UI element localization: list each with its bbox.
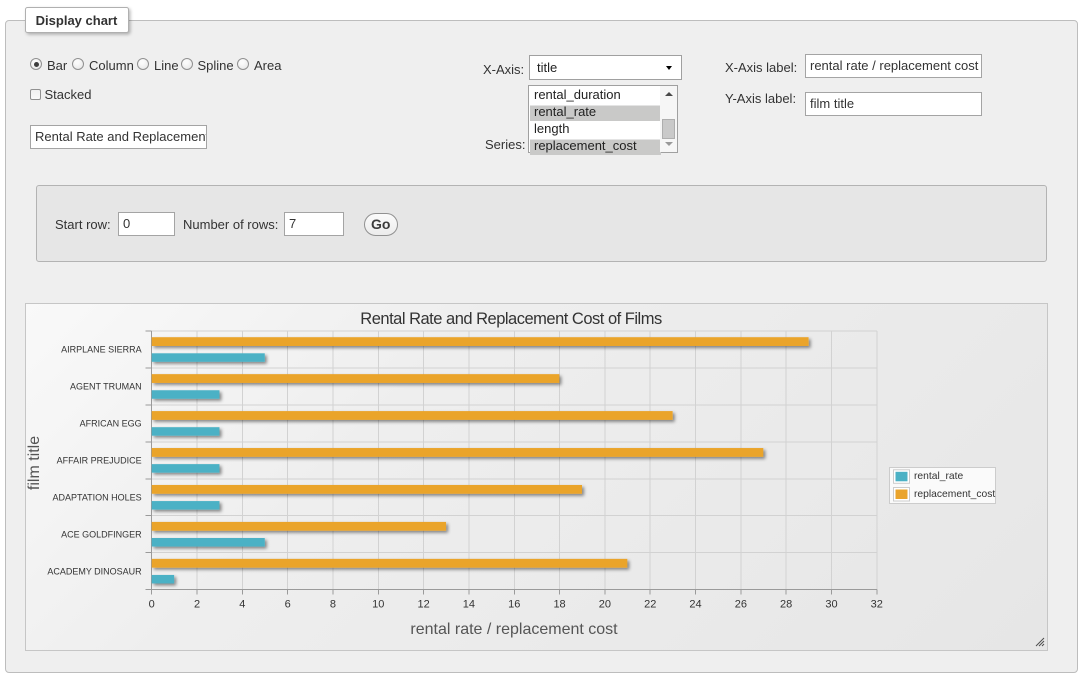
svg-text:14: 14 — [463, 599, 475, 611]
svg-text:26: 26 — [735, 599, 747, 611]
svg-text:AIRPLANE SIERRA: AIRPLANE SIERRA — [61, 345, 142, 355]
svg-text:20: 20 — [599, 599, 611, 611]
svg-text:ADAPTATION HOLES: ADAPTATION HOLES — [53, 492, 142, 502]
svg-text:30: 30 — [825, 599, 837, 611]
svg-text:6: 6 — [285, 599, 291, 611]
svg-text:AFFAIR PREJUDICE: AFFAIR PREJUDICE — [57, 456, 142, 466]
svg-text:rental_rate: rental_rate — [914, 471, 964, 482]
svg-text:8: 8 — [330, 599, 336, 611]
svg-text:film title: film title — [26, 436, 43, 490]
svg-text:22: 22 — [644, 599, 656, 611]
svg-text:12: 12 — [417, 599, 429, 611]
svg-text:rental rate / replacement cost: rental rate / replacement cost — [410, 621, 618, 638]
svg-text:ACE GOLDFINGER: ACE GOLDFINGER — [61, 529, 142, 539]
svg-text:AGENT TRUMAN: AGENT TRUMAN — [70, 382, 142, 392]
svg-text:28: 28 — [780, 599, 792, 611]
svg-text:Rental Rate and Replacement Co: Rental Rate and Replacement Cost of Film… — [360, 310, 662, 328]
svg-text:AFRICAN EGG: AFRICAN EGG — [80, 419, 142, 429]
svg-text:24: 24 — [689, 599, 701, 611]
svg-text:16: 16 — [508, 599, 520, 611]
svg-text:18: 18 — [553, 599, 565, 611]
svg-text:replacement_cost: replacement_cost — [914, 489, 995, 500]
svg-text:32: 32 — [871, 599, 883, 611]
svg-text:10: 10 — [372, 599, 384, 611]
svg-text:2: 2 — [194, 599, 200, 611]
svg-text:ACADEMY DINOSAUR: ACADEMY DINOSAUR — [47, 566, 142, 576]
svg-text:0: 0 — [149, 599, 155, 611]
svg-text:4: 4 — [239, 599, 245, 611]
